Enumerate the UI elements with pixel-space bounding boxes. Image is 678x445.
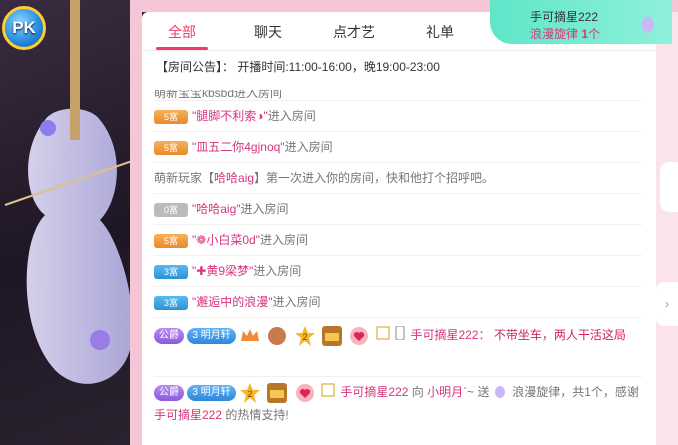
username[interactable]: "邂逅中的浪漫" (192, 295, 273, 309)
gift-sender: 手可摘星222 (530, 10, 599, 24)
level-star-icon: 2 (294, 325, 316, 347)
receiver-name[interactable]: 小明月`~ (427, 385, 474, 399)
wealth-badge: 3富 (154, 264, 188, 279)
chat-row: 0富 "哈哈aig"进入房间 (154, 194, 642, 225)
user-card-icon (321, 382, 335, 404)
chat-row: 5富 "❁小白菜0d"进入房间 (154, 225, 642, 256)
gift-info: 浪漫旋律 1个 (530, 27, 601, 41)
message-text: 不带坐车，两人干活这局 (493, 328, 626, 342)
sender-name[interactable]: 手可摘星222 (410, 328, 478, 342)
wealth-badge: 0富 (154, 202, 188, 217)
gold-bar-icon (266, 382, 288, 404)
phone-icon (395, 325, 405, 347)
duke-badge: 公爵 (154, 384, 184, 401)
chat-list: 萌新宝宝kbsbd进入房间 5富 "腿脚不利索◑"进入房间 5富 "皿五二你4gjn… (154, 90, 642, 441)
tab-all[interactable]: 全部 (156, 22, 208, 50)
violin-gift-icon (493, 382, 507, 404)
fan-club-badge: 3 明月轩 (187, 384, 236, 401)
divider-strip (130, 0, 142, 445)
right-sidebar: › (656, 12, 678, 445)
tab-request[interactable]: 点才艺 (328, 22, 380, 50)
tab-chat[interactable]: 聊天 (242, 22, 294, 50)
svg-text:2: 2 (248, 389, 253, 399)
violin-gift-icon (640, 10, 656, 37)
username[interactable]: "✚黄9梁梦" (192, 264, 253, 278)
fan-club-badge: 3 明月轩 (187, 327, 236, 344)
heart-badge-icon (348, 325, 370, 347)
gold-bar-icon (321, 325, 343, 347)
duke-badge: 公爵 (154, 327, 184, 344)
crown-icon (239, 325, 261, 347)
chat-row: 3富 "✚黄9梁梦"进入房间 (154, 256, 642, 287)
room-notice: 【房间公告】： 开播时间:11:00-16:00，晚19:00-23:00 (156, 60, 440, 74)
chat-row: 3富 "邂逅中的浪漫"进入房间 (154, 287, 642, 318)
sender-name[interactable]: 手可摘星222 (340, 385, 408, 399)
chevron-right-icon[interactable]: › (656, 282, 678, 326)
wealth-badge: 3富 (154, 295, 188, 310)
username[interactable]: "皿五二你4gjnoq" (192, 140, 285, 154)
tab-gift-list[interactable]: 礼单 (414, 22, 466, 50)
level-star-icon: 2 (239, 382, 261, 404)
wealth-badge: 5富 (154, 109, 188, 124)
stage-background: PK (0, 0, 142, 445)
gift-notification: 手可摘星222 浪漫旋律 1个 (490, 0, 672, 44)
medal-icon (266, 325, 288, 347)
svg-text:2: 2 (302, 332, 307, 342)
sidebar-item[interactable] (660, 162, 678, 212)
chat-row: 5富 "腿脚不利索◑"进入房间 (154, 101, 642, 132)
user-card-icon (376, 325, 390, 347)
username[interactable]: "❁小白菜0d" (192, 233, 260, 247)
cello-image (4, 0, 136, 384)
chat-panel: 全部 聊天 点才艺 礼单 【房间公告】： 开播时间:11:00-16:00，晚1… (142, 12, 656, 445)
wealth-badge: 5富 (154, 140, 188, 155)
username[interactable]: "腿脚不利索◑" (192, 109, 268, 123)
welcome-row: 萌新玩家【哈哈aig】第一次进入你的房间，快和他打个招呼吧。 (154, 163, 642, 194)
chat-row-partial: 萌新宝宝kbsbd进入房间 (154, 90, 642, 101)
thanks-user[interactable]: 手可摘星222 (154, 408, 222, 422)
heart-badge-icon (294, 382, 316, 404)
chat-message: 公爵 3 明月轩 2 手可摘星222： 不带坐车，两人干活这局 (154, 318, 642, 377)
gift-message: 公爵 3 明月轩 2 手可摘星222 向 小明月`~ 送 浪漫旋律，共1个，感谢… (154, 377, 642, 441)
wealth-badge: 5富 (154, 233, 188, 248)
pk-button[interactable]: PK (2, 6, 46, 50)
chat-row: 5富 "皿五二你4gjnoq"进入房间 (154, 132, 642, 163)
username[interactable]: 哈哈aig (214, 171, 254, 185)
username[interactable]: "哈哈aig" (192, 202, 241, 216)
